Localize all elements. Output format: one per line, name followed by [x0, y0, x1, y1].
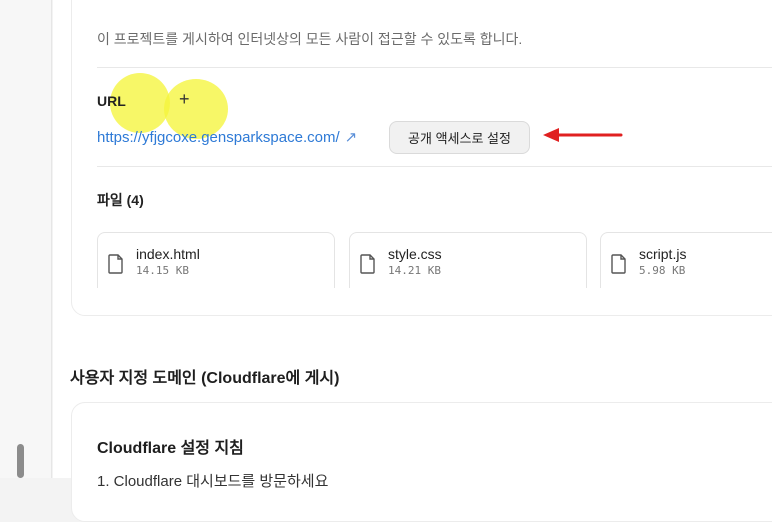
files-label: 파일 (4): [97, 192, 144, 208]
custom-domain-heading: 사용자 지정 도메인 (Cloudflare에 게시): [70, 370, 340, 387]
file-card-style-css[interactable]: style.css 14.21 KB: [349, 232, 587, 288]
file-name: index.html: [136, 246, 200, 262]
scrollbar-thumb[interactable]: [17, 444, 24, 478]
file-name: script.js: [639, 246, 687, 262]
crosshair-cursor-icon: +: [179, 89, 190, 109]
left-rail: [0, 0, 52, 478]
divider: [97, 166, 772, 167]
file-card-index-html[interactable]: index.html 14.15 KB: [97, 232, 335, 288]
file-icon: [360, 254, 375, 274]
published-url-link[interactable]: https://yfjgcoxe.gensparkspace.com/: [97, 129, 340, 146]
file-name: style.css: [388, 246, 442, 262]
file-icon: [108, 254, 123, 274]
cloudflare-step-1: 1. Cloudflare 대시보드를 방문하세요: [97, 473, 329, 490]
publish-description: 이 프로젝트를 게시하여 인터넷상의 모든 사람이 접근할 수 있도록 합니다.: [97, 31, 523, 47]
main-content: 이 프로젝트를 게시하여 인터넷상의 모든 사람이 접근할 수 있도록 합니다.…: [53, 0, 772, 522]
cloudflare-card: [71, 402, 772, 522]
divider: [97, 67, 772, 68]
file-size: 5.98 KB: [639, 264, 686, 277]
annotation-arrow: [543, 128, 623, 142]
file-size: 14.21 KB: [388, 264, 441, 277]
file-card-script-js[interactable]: script.js 5.98 KB: [600, 232, 772, 288]
url-row: https://yfjgcoxe.gensparkspace.com/ ↗: [97, 128, 358, 147]
cloudflare-instructions-title: Cloudflare 설정 지침: [97, 440, 244, 457]
file-size: 14.15 KB: [136, 264, 189, 277]
url-label: URL: [97, 93, 126, 109]
file-icon: [611, 254, 626, 274]
external-link-icon[interactable]: ↗: [345, 128, 358, 146]
set-public-access-button[interactable]: 공개 액세스로 설정: [389, 121, 530, 154]
